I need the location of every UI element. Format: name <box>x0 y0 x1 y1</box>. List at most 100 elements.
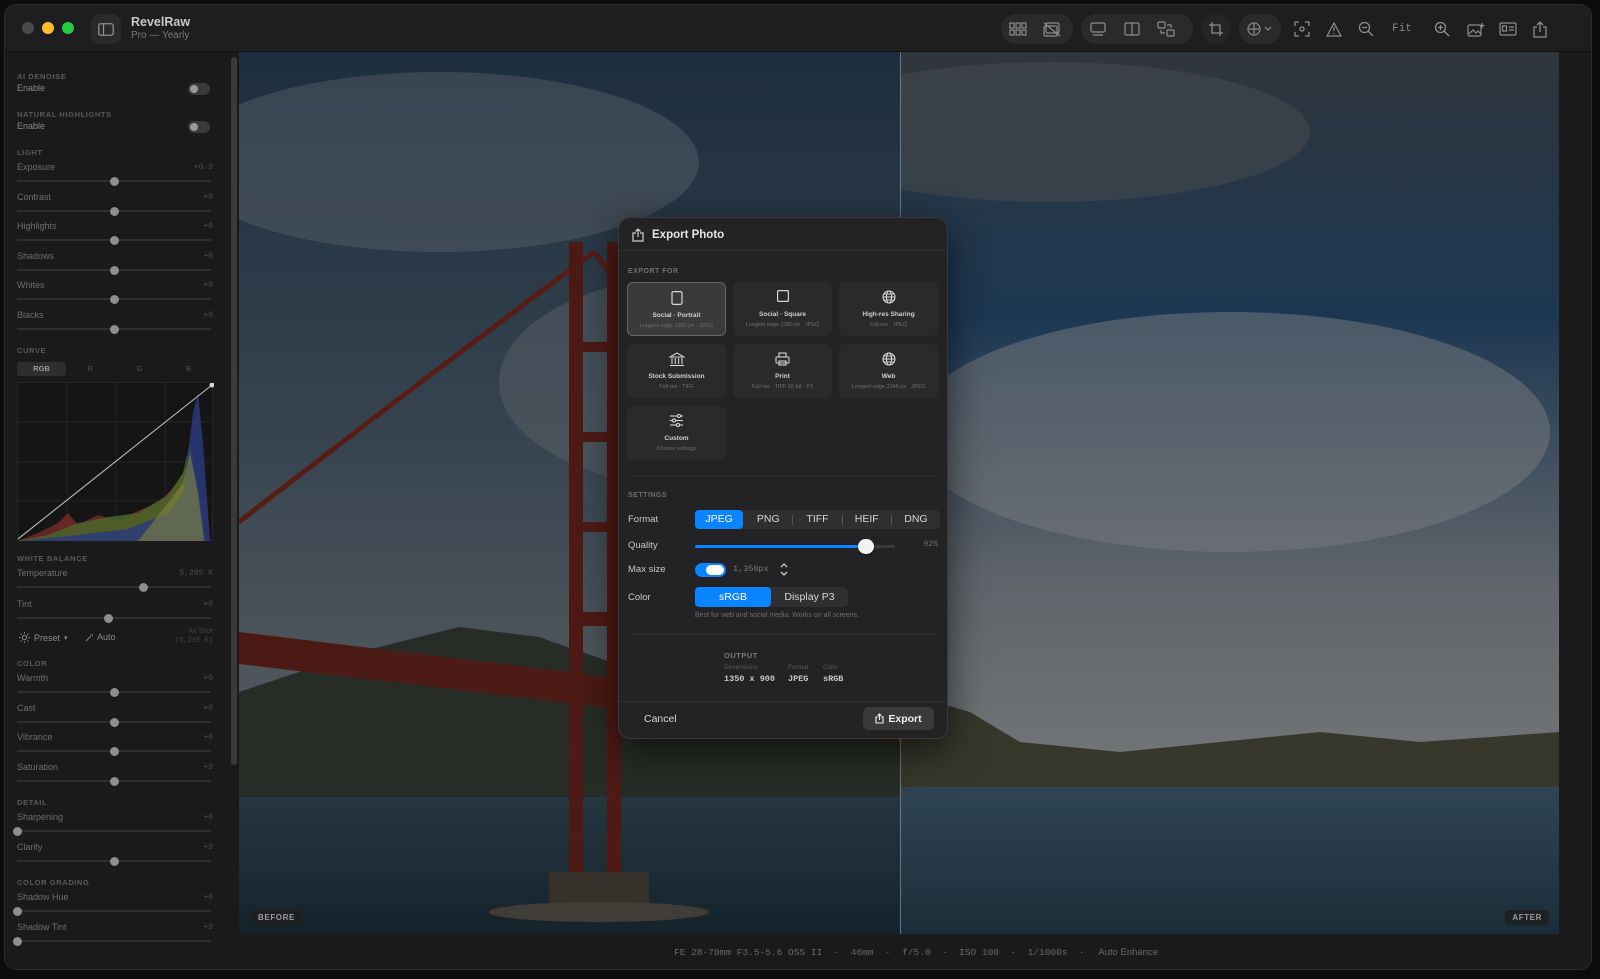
warmth-slider[interactable] <box>17 688 211 697</box>
warning-button[interactable] <box>1317 14 1351 44</box>
grid-view-button[interactable] <box>1001 14 1035 44</box>
cancel-button[interactable]: Cancel <box>644 713 677 725</box>
max-size-toggle[interactable] <box>695 563 726 577</box>
blacks-slider-thumb[interactable] <box>110 324 119 334</box>
vibrance-slider-thumb[interactable] <box>110 747 119 756</box>
highlights-slider[interactable] <box>17 236 211 245</box>
preset-high-res-sharing[interactable]: High-res Sharing Full res · JPEG <box>839 282 938 336</box>
preset-subtitle: Longest edge 1350 px · JPEG <box>639 323 714 329</box>
exposure-slider-thumb[interactable] <box>110 177 119 186</box>
quality-slider-thumb[interactable] <box>858 539 875 554</box>
shadows-slider[interactable] <box>17 265 211 275</box>
export-icon <box>632 228 644 242</box>
fit-button[interactable]: Fit <box>1387 14 1417 44</box>
single-view-button[interactable] <box>1081 14 1115 44</box>
detail-section-label: DETAIL <box>17 798 48 807</box>
saturation-slider-thumb[interactable] <box>110 776 119 786</box>
zoom-out-button[interactable] <box>1349 14 1383 44</box>
section-divider <box>628 476 939 477</box>
contrast-slider[interactable] <box>17 206 211 216</box>
contrast-slider-label: Contrast <box>17 191 52 202</box>
vibrance-slider[interactable] <box>17 747 211 756</box>
curve-tab-rgb[interactable]: RGB <box>17 362 66 376</box>
whites-slider[interactable] <box>17 295 211 304</box>
natural-highlights-toggle[interactable] <box>188 121 210 133</box>
crop-button[interactable] <box>1201 14 1231 44</box>
filter-menu-button[interactable] <box>1239 14 1281 44</box>
format-option-dng[interactable]: DNG <box>892 510 940 529</box>
preset-print[interactable]: Print Full res · TIFF 16-bit · P3 <box>733 344 832 398</box>
sharpening-slider[interactable] <box>13 827 211 836</box>
warmth-slider-thumb[interactable] <box>110 688 119 697</box>
fit-label: Fit <box>1392 23 1412 35</box>
exposure-slider[interactable] <box>17 177 211 186</box>
blacks-slider-value: +0 <box>203 310 213 320</box>
preset-social-square[interactable]: Social · Square Longest edge 1080 px · JP… <box>733 282 832 336</box>
max-size-stepper[interactable] <box>779 561 789 578</box>
sidebar-toggle-button[interactable] <box>91 14 121 44</box>
highlights-slider-thumb[interactable] <box>110 236 119 245</box>
preset-stock-submission[interactable]: Stock Submission Full res · TIFF <box>627 344 726 398</box>
focus-button[interactable] <box>1285 14 1319 44</box>
split-view-button[interactable] <box>1115 14 1149 44</box>
auto-wb-button[interactable]: Auto <box>85 632 116 642</box>
shadow-hue-slider[interactable] <box>13 907 211 916</box>
compare-button[interactable] <box>1149 14 1183 44</box>
format-option-jpeg[interactable]: JPEG <box>695 510 744 529</box>
zoom-in-button[interactable] <box>1425 14 1459 44</box>
format-option-heif[interactable]: HEIF <box>843 510 891 529</box>
preset-web[interactable]: Web Longest edge 2048 px · JPEG <box>839 344 938 398</box>
share-button[interactable] <box>1523 14 1557 44</box>
contrast-slider-thumb[interactable] <box>110 206 119 216</box>
export-button[interactable]: Export <box>863 707 934 730</box>
shadow-tint-slider[interactable] <box>13 936 211 946</box>
ai-denoise-section-label: AI DENOISE <box>17 72 67 81</box>
preset-custom[interactable]: Custom Choose settings <box>627 406 726 460</box>
share-icon <box>1533 20 1547 38</box>
single-view-icon <box>1090 21 1106 36</box>
hide-photos-button[interactable] <box>1035 14 1069 44</box>
ai-denoise-toggle[interactable] <box>188 83 210 95</box>
preset-button[interactable]: Preset ▾ <box>19 632 68 643</box>
preset-title: Social · Square <box>759 311 806 318</box>
cast-slider-thumb[interactable] <box>110 717 119 727</box>
curve-tab-g[interactable]: G <box>115 362 164 376</box>
clarity-slider-thumb[interactable] <box>110 856 119 866</box>
shadow-tint-slider-thumb[interactable] <box>13 936 22 946</box>
blacks-slider[interactable] <box>17 324 211 334</box>
tint-slider[interactable] <box>17 614 211 623</box>
close-window-button[interactable] <box>22 22 34 34</box>
cast-slider[interactable] <box>17 717 211 727</box>
temperature-slider[interactable] <box>17 583 211 592</box>
shadow-hue-slider-thumb[interactable] <box>13 907 22 916</box>
curve-tab-r[interactable]: R <box>66 362 115 376</box>
shadows-slider-value: +0 <box>203 251 213 261</box>
info-panel-button[interactable] <box>1491 14 1525 44</box>
shadows-slider-thumb[interactable] <box>110 265 119 275</box>
curve-tab-b[interactable]: B <box>164 362 213 376</box>
add-photo-button[interactable] <box>1459 14 1493 44</box>
zoom-window-button[interactable] <box>62 22 74 34</box>
saturation-slider[interactable] <box>17 776 211 786</box>
tint-slider-thumb[interactable] <box>104 614 114 623</box>
color-option-display-p3[interactable]: Display P3 <box>771 587 848 607</box>
export-button-icon <box>875 713 884 724</box>
color-option-srgb[interactable]: sRGB <box>695 587 771 607</box>
minimize-window-button[interactable] <box>42 22 54 34</box>
preset-social-portrait[interactable]: Social · Portrait Longest edge 1350 px · … <box>627 282 726 336</box>
format-option-tiff[interactable]: TIFF <box>793 510 841 529</box>
format-option-png[interactable]: PNG <box>744 510 792 529</box>
whites-slider-thumb[interactable] <box>110 295 119 304</box>
preset-subtitle: Full res · TIFF <box>659 384 694 390</box>
stepper-arrows-icon <box>780 563 788 576</box>
output-summary: OUTPUT Dimensions 1350 x 900 Format JPEG… <box>628 634 939 692</box>
quality-slider[interactable] <box>695 539 895 554</box>
export-for-label: EXPORT FOR <box>628 268 679 275</box>
sharpening-slider-thumb[interactable] <box>13 827 22 836</box>
clarity-slider[interactable] <box>17 856 211 866</box>
preset-subtitle: Longest edge 2048 px · JPEG <box>851 384 926 390</box>
temperature-slider-thumb[interactable] <box>139 583 149 592</box>
max-size-value[interactable]: 1,350px <box>733 564 769 574</box>
panel-scrollbar[interactable] <box>231 57 237 765</box>
tone-curve-editor[interactable] <box>17 382 214 541</box>
